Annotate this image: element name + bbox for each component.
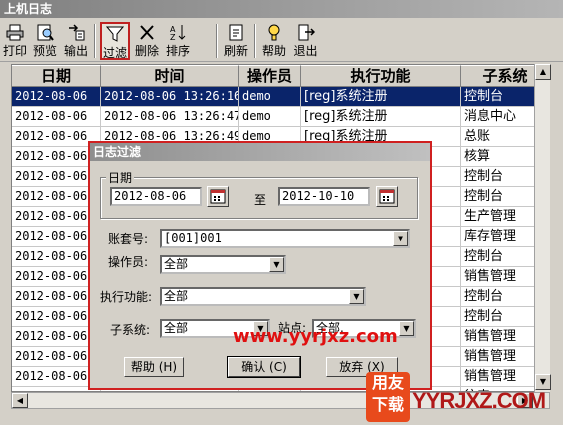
chevron-down-icon[interactable]: ▼ bbox=[269, 257, 284, 272]
function-value: 全部 bbox=[164, 289, 189, 303]
help-icon bbox=[268, 24, 280, 41]
calendar-icon bbox=[210, 189, 226, 204]
operator-select[interactable]: 全部 ▼ bbox=[160, 255, 286, 274]
sort-label: 排序 bbox=[165, 44, 190, 58]
table-header: 日期 时间 操作员 执行功能 子系统 bbox=[12, 65, 548, 87]
watermark-url: www.yyrjxz.com bbox=[233, 326, 398, 347]
help-label: 帮助 bbox=[261, 44, 286, 58]
table-row[interactable]: 2012-08-06 2012-08-06 13:26:16 demo [reg]系统… bbox=[12, 87, 548, 107]
date-group-label: 日期 bbox=[106, 169, 135, 186]
cell-time: 2012-08-06 13:26:47 bbox=[101, 107, 239, 127]
function-label: 执行功能: bbox=[100, 290, 153, 304]
delete-label: 删除 bbox=[134, 44, 159, 58]
exit-button[interactable]: 退出 bbox=[291, 22, 320, 60]
toolbar: 打印 预览 输出 过滤 删除 AZ 排序 刷新 帮助 退出 bbox=[0, 20, 563, 62]
watermark-badge-line2: 下载 bbox=[371, 395, 404, 414]
window-title: 上机日志 bbox=[0, 0, 563, 18]
chevron-down-icon[interactable]: ▼ bbox=[399, 321, 414, 336]
filter-button[interactable]: 过滤 bbox=[100, 22, 130, 60]
date-from-field[interactable]: 2012-08-06 bbox=[110, 187, 202, 206]
subsystem-value: 全部 bbox=[164, 321, 189, 335]
account-select[interactable]: [001]001 ▼ bbox=[160, 229, 410, 248]
printer-icon bbox=[6, 24, 24, 41]
column-header-function[interactable]: 执行功能 bbox=[301, 65, 461, 87]
column-header-time[interactable]: 时间 bbox=[101, 65, 239, 87]
cell-time: 2012-08-06 13:26:16 bbox=[101, 87, 239, 107]
cell-date: 2012-08-06 bbox=[12, 87, 101, 107]
operator-label: 操作员: bbox=[108, 255, 149, 269]
date-to-calendar-button[interactable] bbox=[376, 186, 398, 207]
help-dialog-button[interactable]: 帮助 (H) bbox=[124, 357, 184, 377]
watermark-big: YYRJXZ.COM bbox=[412, 388, 546, 413]
refresh-button[interactable]: 刷新 bbox=[222, 22, 250, 60]
scroll-up-arrow-icon[interactable]: ▲ bbox=[535, 64, 551, 80]
filter-label: 过滤 bbox=[102, 46, 127, 60]
sort-icon: AZ bbox=[170, 25, 186, 41]
column-header-operator[interactable]: 操作员 bbox=[239, 65, 301, 87]
function-select[interactable]: 全部 ▼ bbox=[160, 287, 366, 306]
toolbar-separator bbox=[216, 24, 218, 58]
print-label: 打印 bbox=[2, 44, 27, 58]
table-row[interactable]: 2012-08-06 2012-08-06 13:26:47 demo [reg]系统… bbox=[12, 107, 548, 127]
export-label: 输出 bbox=[63, 44, 88, 58]
scroll-left-arrow-icon[interactable]: ◀ bbox=[12, 393, 28, 408]
account-label: 账套号: bbox=[108, 232, 149, 246]
filter-icon bbox=[106, 26, 124, 42]
subsystem-label: 子系统: bbox=[110, 323, 151, 337]
toolbar-separator bbox=[94, 24, 96, 58]
dialog-title: 日志过滤 bbox=[90, 143, 430, 161]
delete-button[interactable]: 删除 bbox=[133, 22, 161, 60]
cell-function: [reg]系统注册 bbox=[301, 107, 461, 127]
print-button[interactable]: 打印 bbox=[2, 22, 28, 60]
confirm-button[interactable]: 确认 (C) bbox=[227, 356, 301, 378]
export-button[interactable]: 输出 bbox=[62, 22, 90, 60]
operator-value: 全部 bbox=[164, 257, 189, 271]
cell-function: [reg]系统注册 bbox=[301, 87, 461, 107]
cell-date: 2012-08-06 bbox=[12, 107, 101, 127]
date-to-label: 至 bbox=[254, 193, 267, 207]
exit-icon bbox=[298, 24, 315, 41]
svg-text:Z: Z bbox=[170, 33, 176, 41]
sort-button[interactable]: AZ 排序 bbox=[164, 22, 192, 60]
export-icon bbox=[69, 24, 85, 41]
preview-button[interactable]: 预览 bbox=[31, 22, 59, 60]
log-filter-dialog: 日志过滤 日期 2012-08-06 至 2012-10-10 账套号: [00… bbox=[88, 141, 432, 390]
help-button[interactable]: 帮助 bbox=[260, 22, 288, 60]
column-header-date[interactable]: 日期 bbox=[12, 65, 101, 87]
calendar-icon bbox=[379, 189, 395, 204]
vertical-scrollbar[interactable]: ▲ ▼ bbox=[534, 64, 551, 392]
watermark-badge-line1: 用友 bbox=[371, 373, 404, 392]
refresh-icon bbox=[229, 24, 243, 41]
exit-label: 退出 bbox=[293, 44, 318, 58]
watermark-badge: 用友 下载 bbox=[366, 372, 410, 422]
preview-icon bbox=[37, 24, 54, 41]
account-value: [001]001 bbox=[164, 231, 222, 245]
delete-icon bbox=[140, 25, 154, 40]
cell-operator: demo bbox=[239, 87, 301, 107]
preview-label: 预览 bbox=[32, 44, 57, 58]
refresh-label: 刷新 bbox=[223, 44, 248, 58]
chevron-down-icon[interactable]: ▼ bbox=[393, 231, 408, 246]
chevron-down-icon[interactable]: ▼ bbox=[349, 289, 364, 304]
date-from-calendar-button[interactable] bbox=[207, 186, 229, 207]
toolbar-separator bbox=[254, 24, 256, 58]
cell-operator: demo bbox=[239, 107, 301, 127]
date-to-field[interactable]: 2012-10-10 bbox=[278, 187, 370, 206]
